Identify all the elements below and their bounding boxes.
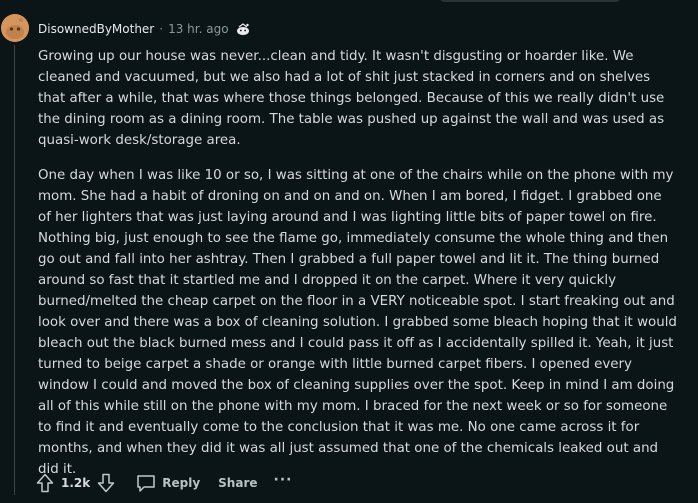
upvote-button[interactable] (33, 471, 57, 495)
vote-score: 1.2k (61, 476, 91, 490)
downvote-button[interactable] (94, 471, 118, 495)
share-button[interactable]: Share (218, 476, 257, 490)
comment: DisownedByMother · 13 hr. ago Growing up… (0, 0, 698, 503)
reply-icon (137, 474, 155, 492)
more-options-button[interactable]: ··· (274, 473, 293, 491)
timestamp: 13 hr. ago (168, 22, 229, 36)
thread-line[interactable] (14, 45, 15, 495)
upvote-icon (36, 473, 54, 493)
meta-separator: · (159, 22, 164, 36)
comment-paragraph: Growing up our house was never...clean a… (38, 49, 665, 148)
comment-actions: 1.2k Reply Share ··· (33, 470, 292, 496)
comment-body: Growing up our house was never...clean a… (38, 46, 678, 494)
avatar-snoo-icon (1, 14, 29, 42)
award-icon (235, 22, 251, 36)
avatar[interactable] (1, 14, 29, 42)
reply-label: Reply (162, 476, 201, 490)
author-link[interactable]: DisownedByMother (38, 22, 154, 36)
downvote-icon (98, 473, 115, 493)
comment-meta: DisownedByMother · 13 hr. ago (38, 20, 251, 38)
reply-button[interactable]: Reply (136, 474, 200, 493)
comment-paragraph: One day when I was like 10 or so, I was … (38, 168, 677, 477)
